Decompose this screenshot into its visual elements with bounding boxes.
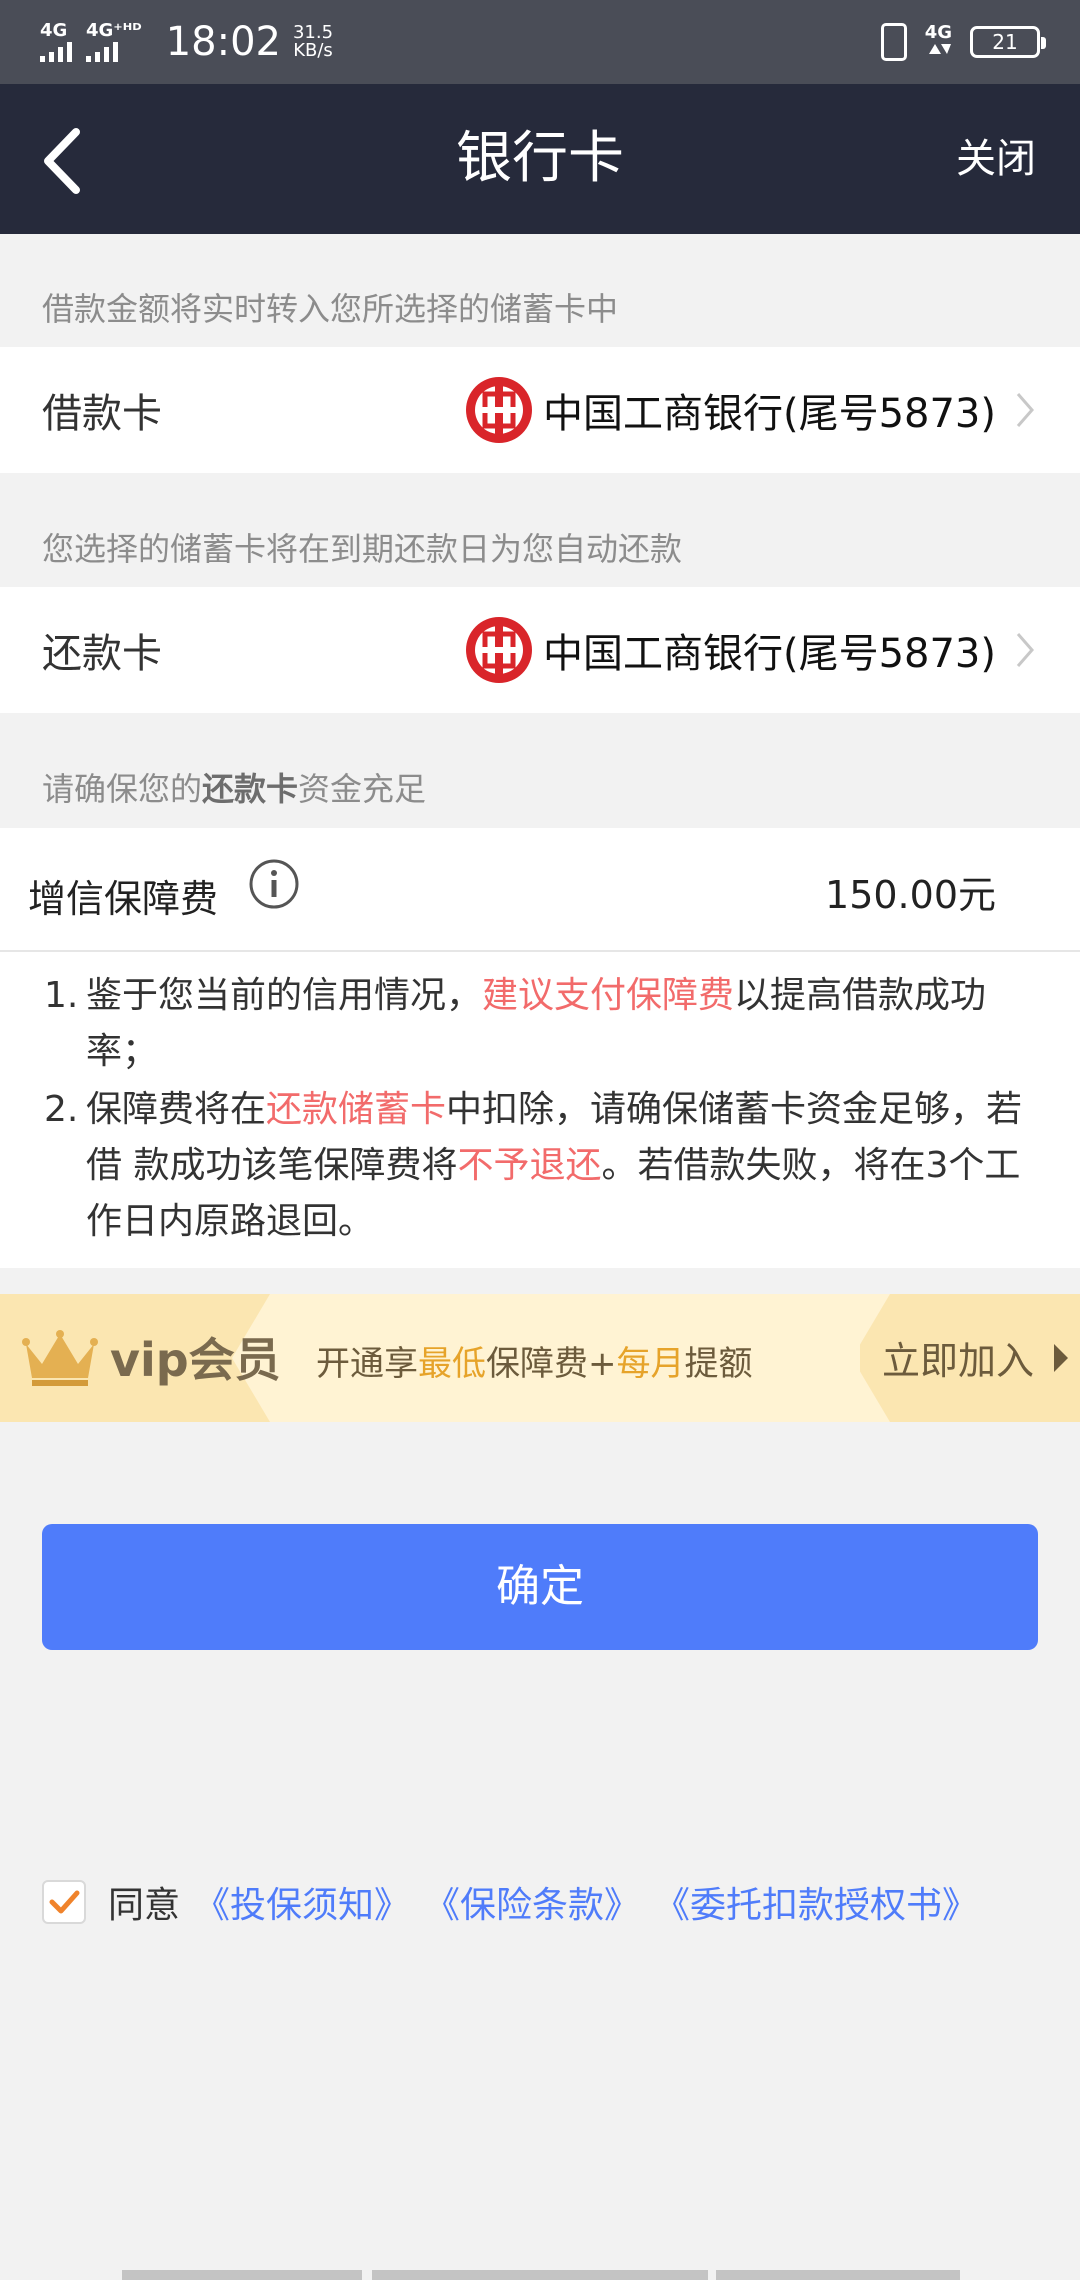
signal-1: 4G bbox=[40, 22, 72, 62]
status-time: 18:02 bbox=[165, 19, 281, 65]
vip-join-button[interactable]: 立即加入 bbox=[882, 1330, 1034, 1385]
note-1-text: 鉴于您当前的信用情况，建议支付保障费以提高借款成功 率； bbox=[86, 968, 986, 1080]
icbc-logo-icon bbox=[465, 377, 532, 443]
note-2-line: 作日内原路退回。 bbox=[86, 1201, 375, 1242]
agreement-checkbox[interactable] bbox=[42, 1880, 86, 1924]
repay-card-row[interactable]: 还款卡 中国工商银行(尾号5873) bbox=[0, 587, 1080, 713]
agreement-text: 同意 bbox=[108, 1885, 181, 1926]
chevron-right-icon bbox=[1016, 393, 1034, 427]
network-speed: 31.5 KB/s bbox=[293, 24, 333, 60]
note-highlight: 还款储蓄卡 bbox=[266, 1089, 447, 1130]
link-debit-authorization[interactable]: 《委托扣款授权书》 bbox=[654, 1876, 978, 1928]
note-highlight: 建议支付保障费 bbox=[482, 975, 735, 1016]
note-2-text: 保障费将在还款储蓄卡中扣除，请确保储蓄卡资金足够，若 借 款成功该笔保障费将不予… bbox=[86, 1082, 1022, 1250]
note-text: 。若借款失败，将在3个工 bbox=[601, 1145, 1021, 1186]
network-speed-unit: KB/s bbox=[293, 40, 333, 61]
repay-card-label: 还款卡 bbox=[42, 631, 162, 677]
mobile-data-indicator: 4G bbox=[925, 24, 952, 60]
vip-desc-text: 开通享 bbox=[316, 1344, 418, 1384]
vip-desc-highlight: 最低 bbox=[418, 1344, 486, 1384]
signal-bars-icon bbox=[86, 40, 118, 62]
note-1: 1. 鉴于您当前的信用情况，建议支付保障费以提高借款成功 率； bbox=[44, 968, 1064, 1080]
fund-hint-prefix: 请确保您的 bbox=[42, 770, 203, 808]
fund-hint-suffix: 资金充足 bbox=[298, 770, 427, 808]
icbc-logo-icon bbox=[465, 617, 532, 683]
status-bar: 4G 4G⁺ᴴᴰ 18:02 31.5 KB/s 4G 21 bbox=[0, 0, 1080, 84]
loan-card-label: 借款卡 bbox=[42, 391, 162, 437]
status-right: 4G 21 bbox=[880, 23, 1046, 61]
link-insurance-notice[interactable]: 《投保须知》 bbox=[194, 1876, 410, 1928]
repay-card-bank-name: 中国工商银行(尾号5873) bbox=[542, 631, 996, 677]
loan-card-row[interactable]: 借款卡 中国工商银行(尾号5873) bbox=[0, 347, 1080, 473]
page-title: 银行卡 bbox=[456, 126, 624, 191]
note-highlight: 不予退还 bbox=[457, 1145, 602, 1186]
fee-label: 增信保障费 bbox=[28, 877, 219, 921]
crown-icon bbox=[22, 1330, 98, 1386]
banner-notch-right bbox=[830, 1294, 890, 1422]
fee-row: 增信保障费 150.00元 bbox=[0, 828, 1080, 952]
loan-card-bank-name: 中国工商银行(尾号5873) bbox=[542, 391, 996, 437]
fee-notes: 1. 鉴于您当前的信用情况，建议支付保障费以提高借款成功 率； 2. 保障费将在… bbox=[0, 952, 1080, 1268]
vip-desc-text: 保障费+ bbox=[486, 1344, 617, 1384]
fee-amount: 150.00元 bbox=[825, 873, 996, 917]
repay-card-bank: 中国工商银行(尾号5873) bbox=[463, 587, 1036, 713]
note-1-line: 率； bbox=[86, 1031, 159, 1072]
note-1-line: 鉴于您当前的信用情况，建议支付保障费以提高借款成功 bbox=[86, 968, 986, 1024]
fund-hint: 请确保您的还款卡资金充足 bbox=[42, 764, 426, 810]
signal-1-label: 4G bbox=[40, 20, 68, 41]
loan-card-hint: 借款金额将实时转入您所选择的储蓄卡中 bbox=[42, 290, 619, 328]
battery-level: 21 bbox=[992, 30, 1018, 54]
signal-2-label: 4G⁺ᴴᴰ bbox=[86, 20, 142, 41]
note-text: 借 款成功该笔保障费将 bbox=[86, 1145, 458, 1186]
vibrate-icon bbox=[880, 23, 907, 61]
vip-desc-text: 提额 bbox=[684, 1344, 753, 1384]
note-2-line: 保障费将在还款储蓄卡中扣除，请确保储蓄卡资金足够，若 bbox=[86, 1082, 1022, 1138]
note-2: 2. 保障费将在还款储蓄卡中扣除，请确保储蓄卡资金足够，若 借 款成功该笔保障费… bbox=[44, 1082, 1064, 1250]
agreement-row: 同意 《投保须知》 《保险条款》 《委托扣款授权书》 bbox=[42, 1876, 978, 1928]
loan-card-bank: 中国工商银行(尾号5873) bbox=[463, 347, 1036, 473]
battery-icon: 21 bbox=[970, 26, 1046, 58]
vip-banner[interactable]: vip会员 开通享最低保障费+每月提额 立即加入 bbox=[0, 1294, 1080, 1422]
bottom-divider bbox=[122, 2270, 362, 2280]
bottom-divider bbox=[372, 2270, 708, 2280]
bottom-divider bbox=[716, 2270, 960, 2280]
checkmark-icon bbox=[49, 1890, 80, 1914]
vip-description: 开通享最低保障费+每月提额 bbox=[316, 1336, 753, 1385]
play-arrow-icon bbox=[1054, 1344, 1068, 1372]
close-button[interactable]: 关闭 bbox=[956, 84, 1036, 234]
nav-bar: 银行卡 关闭 bbox=[0, 84, 1080, 234]
confirm-button[interactable]: 确定 bbox=[42, 1524, 1038, 1650]
note-text: 以提高借款成功 bbox=[734, 975, 987, 1016]
info-icon[interactable] bbox=[248, 858, 300, 910]
data-arrows-icon bbox=[929, 44, 952, 54]
repay-card-hint: 您选择的储蓄卡将在到期还款日为您自动还款 bbox=[42, 530, 683, 568]
vip-desc-highlight: 每月 bbox=[616, 1344, 685, 1384]
link-insurance-terms[interactable]: 《保险条款》 bbox=[424, 1876, 640, 1928]
vip-title: vip会员 bbox=[110, 1333, 281, 1387]
note-2-number: 2. bbox=[44, 1089, 79, 1130]
mobile-data-label: 4G bbox=[924, 22, 952, 43]
signal-2: 4G⁺ᴴᴰ bbox=[86, 22, 142, 62]
note-text: 保障费将在 bbox=[86, 1089, 267, 1130]
signal-bars-icon bbox=[40, 40, 72, 62]
note-2-line: 借 款成功该笔保障费将不予退还。若借款失败，将在3个工 bbox=[86, 1138, 1022, 1194]
note-text: 中扣除，请确保储蓄卡资金足够，若 bbox=[446, 1089, 1023, 1130]
note-1-number: 1. bbox=[44, 975, 79, 1016]
fund-hint-bold: 还款卡 bbox=[202, 770, 299, 808]
note-text: 鉴于您当前的信用情况， bbox=[86, 975, 483, 1016]
chevron-right-icon bbox=[1016, 633, 1034, 667]
